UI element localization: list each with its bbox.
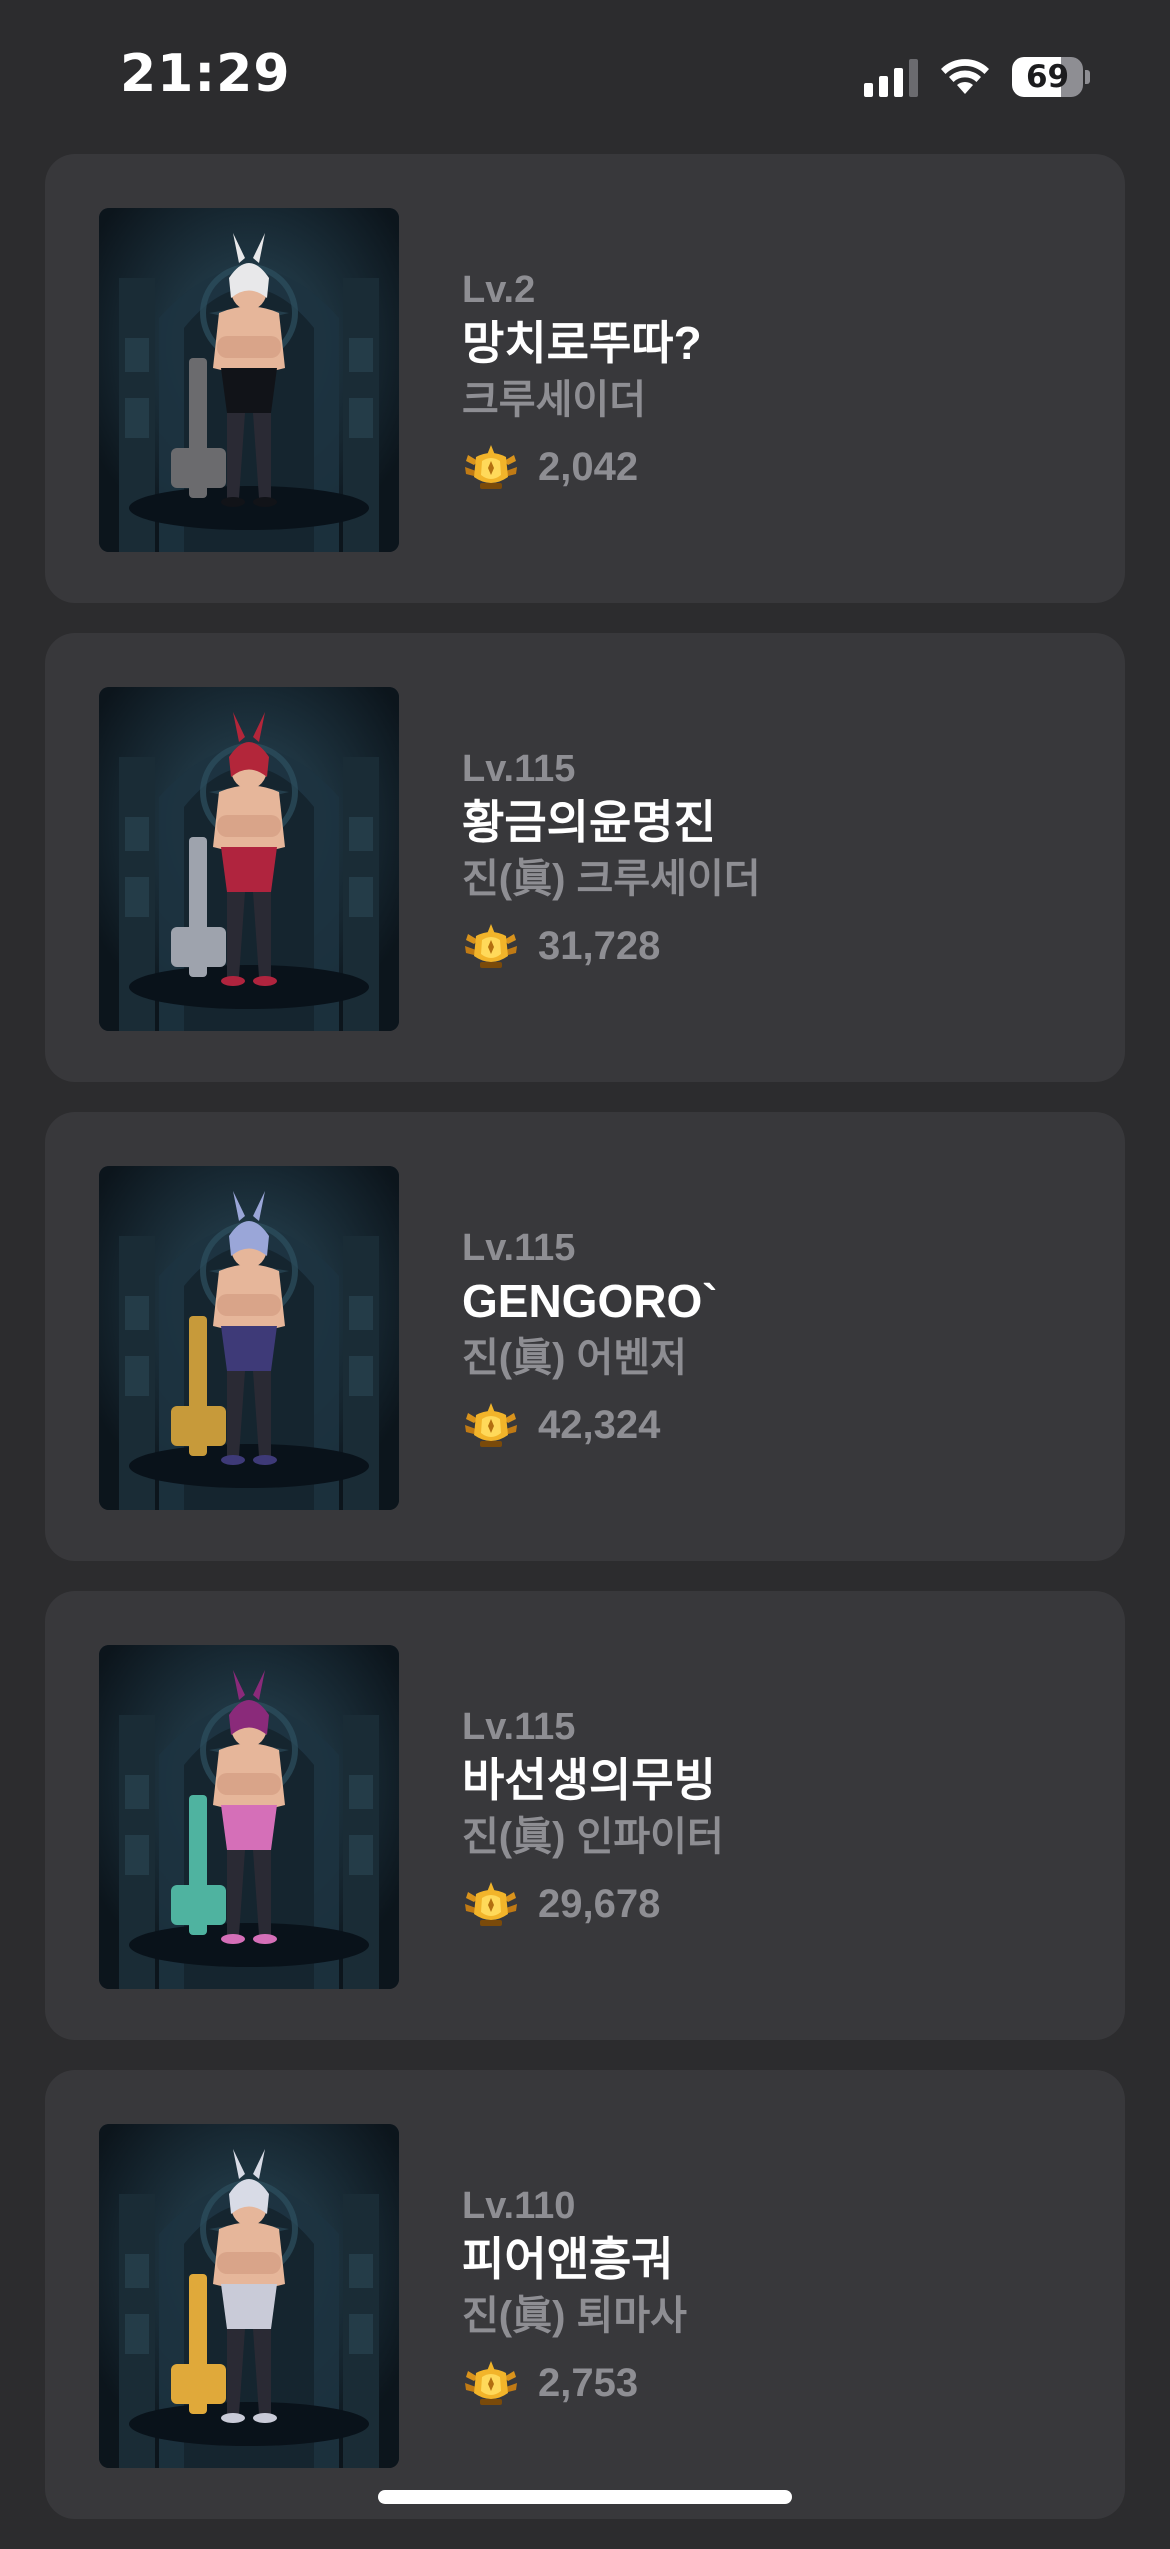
character-level: Lv.2 [462,269,536,311]
status-icons: 69 [864,52,1090,102]
character-level: Lv.115 [462,1706,576,1748]
character-info: Lv.115 바선생의무빙 진(眞) 인파이터 29,678 [462,1703,724,1933]
character-portrait [99,2124,399,2468]
character-portrait-image [99,1645,399,1989]
character-info: Lv.110 피어앤흥궈 진(眞) 퇴마사 2,753 [462,2182,687,2412]
character-info: Lv.115 황금의윤명진 진(眞) 크루세이더 31,728 [462,745,761,975]
character-portrait [99,1166,399,1510]
character-fame: 2,753 [462,2354,687,2412]
fame-value: 2,042 [538,444,639,489]
wifi-icon [941,59,989,94]
character-name: 바선생의무빙 [462,1754,716,1806]
character-name: GENGORO` [462,1275,718,1327]
character-portrait-image [99,687,399,1031]
fame-value: 2,753 [538,2360,639,2405]
character-card[interactable]: Lv.115 황금의윤명진 진(眞) 크루세이더 31,728 [45,633,1125,1082]
character-portrait [99,1645,399,1989]
character-list: Lv.2 망치로뚜따? 크루세이더 2,042 Lv.115 황금의윤명진 진(… [45,154,1125,2549]
character-card[interactable]: Lv.110 피어앤흥궈 진(眞) 퇴마사 2,753 [45,2070,1125,2519]
fame-value: 29,678 [538,1881,661,1926]
character-class: 진(眞) 퇴마사 [462,2294,687,2338]
fame-emblem-icon [465,1403,517,1447]
character-name: 황금의윤명진 [462,796,716,848]
fame-value: 31,728 [538,923,661,968]
character-name: 피어앤흥궈 [462,2233,674,2285]
fame-emblem-icon [465,1882,517,1926]
fame-emblem-icon [465,445,517,489]
character-info: Lv.115 GENGORO` 진(眞) 어벤저 42,324 [462,1224,718,1454]
character-info: Lv.2 망치로뚜따? 크루세이더 2,042 [462,266,702,496]
character-level: Lv.115 [462,748,576,790]
character-portrait [99,687,399,1031]
character-fame: 42,324 [462,1396,718,1454]
character-class: 진(眞) 크루세이더 [462,857,761,901]
character-class: 진(眞) 어벤저 [462,1336,687,1380]
character-portrait [99,208,399,552]
character-portrait-image [99,208,399,552]
character-card[interactable]: Lv.115 GENGORO` 진(眞) 어벤저 42,324 [45,1112,1125,1561]
character-class: 진(眞) 인파이터 [462,1815,724,1859]
character-portrait-image [99,2124,399,2468]
fame-emblem-icon [465,924,517,968]
status-time: 21:29 [120,44,291,104]
fame-value: 42,324 [538,1402,661,1447]
home-indicator[interactable] [378,2490,792,2504]
character-fame: 2,042 [462,438,702,496]
character-portrait-image [99,1166,399,1510]
character-level: Lv.110 [462,2185,576,2227]
character-card[interactable]: Lv.2 망치로뚜따? 크루세이더 2,042 [45,154,1125,603]
character-fame: 29,678 [462,1875,724,1933]
character-level: Lv.115 [462,1227,576,1269]
status-bar: 21:29 69 [0,0,1170,150]
battery-percentage: 69 [1025,59,1070,95]
character-card[interactable]: Lv.115 바선생의무빙 진(眞) 인파이터 29,678 [45,1591,1125,2040]
cellular-signal-icon [864,57,918,97]
battery-icon: 69 [1012,57,1090,97]
character-class: 크루세이더 [462,378,646,422]
character-fame: 31,728 [462,917,761,975]
fame-emblem-icon [465,2361,517,2405]
character-name: 망치로뚜따? [462,317,702,369]
